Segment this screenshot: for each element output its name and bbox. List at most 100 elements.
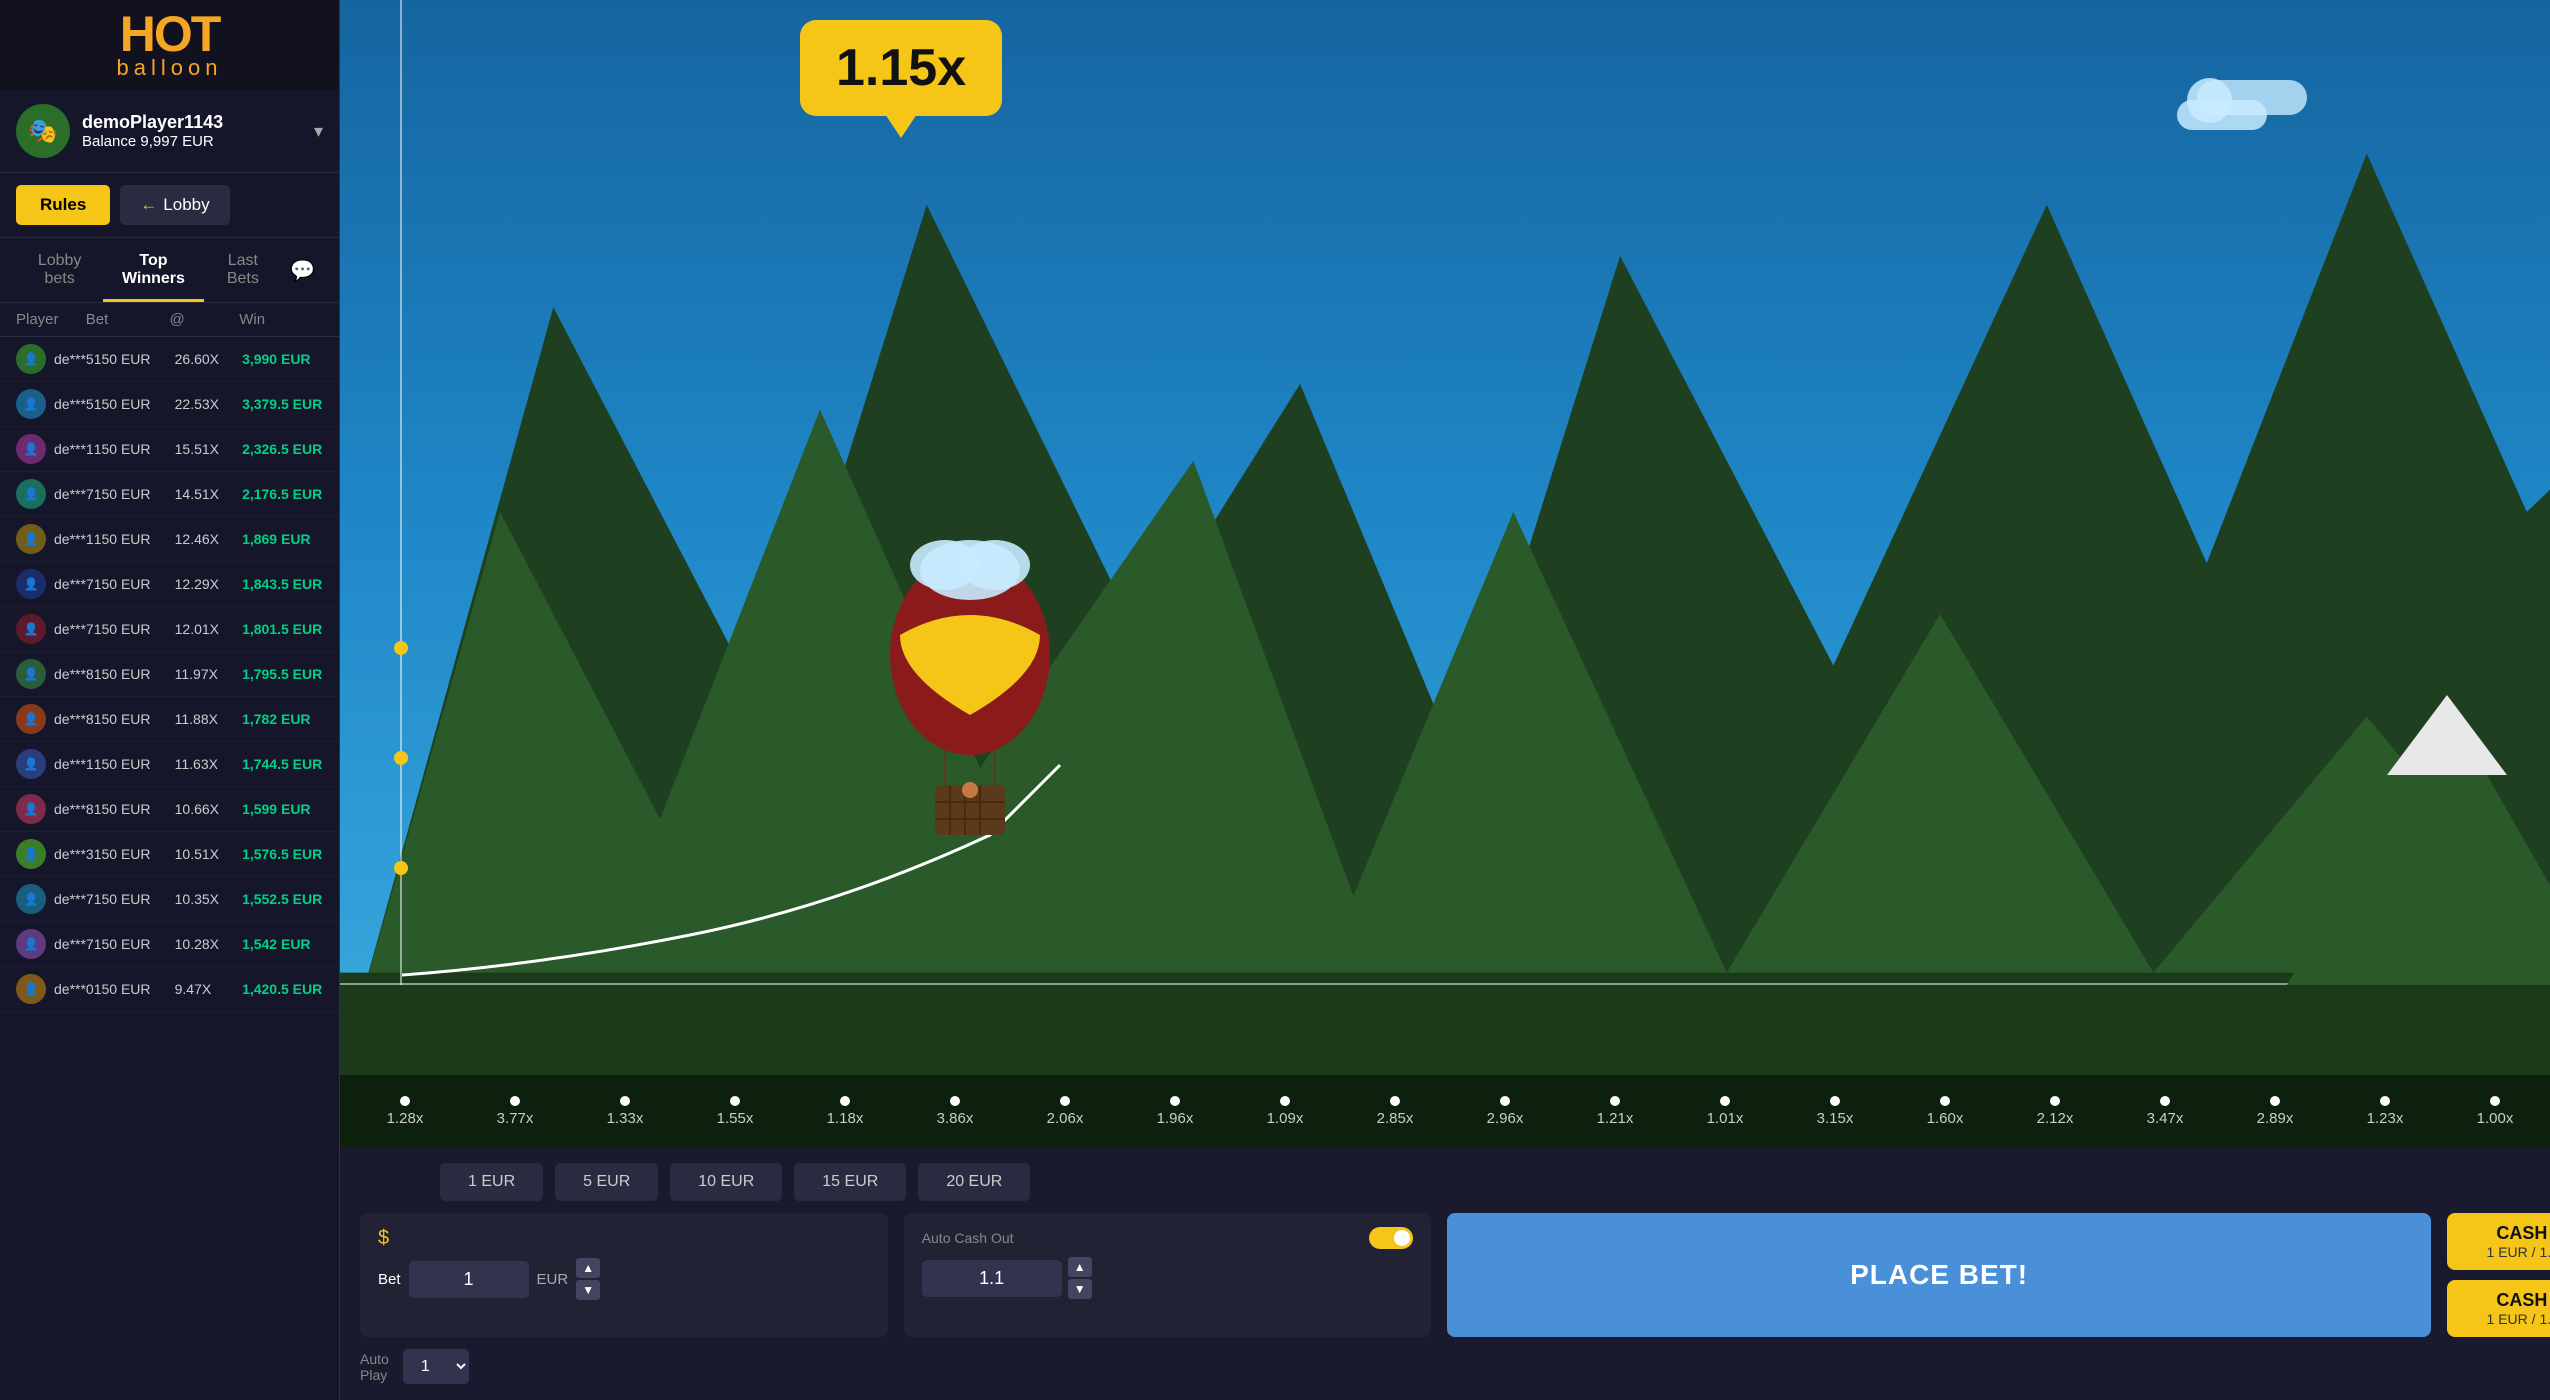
strip-item[interactable]: 1.21x (1560, 1096, 1670, 1127)
mini-avatar: 👤 (16, 929, 46, 959)
player-cell: 👤 de***3 (16, 839, 94, 869)
dropdown-arrow[interactable]: ▾ (314, 121, 323, 142)
cashout-button-2[interactable]: CASH OUT 1 EUR / 1.15 EUR ↺ ⬇ (2447, 1280, 2550, 1337)
bet-amount: 150 EUR (94, 891, 175, 907)
quick-bet-button[interactable]: 1 EUR (440, 1163, 543, 1201)
bet-increment[interactable]: ▲ (576, 1258, 600, 1278)
strip-item[interactable]: 2.06x (1010, 1096, 1120, 1127)
multiplier-cell: 10.51X (175, 846, 242, 862)
strip-item[interactable]: 1.60x (1890, 1096, 2000, 1127)
strip-value: 1.23x (2367, 1110, 2404, 1127)
lobby-button[interactable]: ← Lobby (120, 185, 229, 225)
quick-bet-button[interactable]: 15 EUR (794, 1163, 906, 1201)
strip-item[interactable]: 1.00x (2440, 1096, 2550, 1127)
player-cell: 👤 de***7 (16, 479, 94, 509)
mini-avatar: 👤 (16, 389, 46, 419)
strip-dot (2160, 1096, 2170, 1106)
strip-item[interactable]: 3.86x (900, 1096, 1010, 1127)
strip-dot (2050, 1096, 2060, 1106)
auto-increment[interactable]: ▲ (1068, 1257, 1092, 1277)
tab-top-winners[interactable]: Top Winners (103, 238, 203, 302)
cashout-1-amount: 1 EUR / 1.15 EUR (2463, 1244, 2550, 1260)
win-amount: 1,869 EUR (242, 531, 323, 547)
multiplier-cell: 12.01X (175, 621, 242, 637)
rules-button[interactable]: Rules (16, 185, 110, 225)
auto-cashout-toggle[interactable] (1369, 1227, 1413, 1249)
strip-dot (1390, 1096, 1400, 1106)
player-cell: 👤 de***8 (16, 794, 94, 824)
win-amount: 1,552.5 EUR (242, 891, 323, 907)
strip-dot (2380, 1096, 2390, 1106)
strip-item[interactable]: 2.12x (2000, 1096, 2110, 1127)
table-row: 👤 de***7 150 EUR 12.01X 1,801.5 EUR (0, 607, 339, 652)
strip-item[interactable]: 1.09x (1230, 1096, 1340, 1127)
tab-last-bets[interactable]: Last Bets (204, 238, 283, 302)
strip-dot (620, 1096, 630, 1106)
player-name: de***1 (54, 531, 94, 547)
table-row: 👤 de***7 150 EUR 12.29X 1,843.5 EUR (0, 562, 339, 607)
player-name: de***8 (54, 666, 94, 682)
auto-play-select[interactable]: 1 5 10 20 50 (403, 1349, 469, 1384)
strip-item[interactable]: 1.01x (1670, 1096, 1780, 1127)
player-name: de***7 (54, 621, 94, 637)
strip-item[interactable]: 1.28x (350, 1096, 460, 1127)
auto-decrement[interactable]: ▼ (1068, 1279, 1092, 1299)
balloon-svg (870, 515, 1070, 835)
player-cell: 👤 de***0 (16, 974, 94, 1004)
strip-item[interactable]: 3.15x (1780, 1096, 1890, 1127)
table-row: 👤 de***5 150 EUR 22.53X 3,379.5 EUR (0, 382, 339, 427)
auto-cashout-input[interactable] (922, 1260, 1062, 1297)
multiplier-bubble: 1.15x (800, 20, 1002, 116)
strip-item[interactable]: 1.55x (680, 1096, 790, 1127)
strip-dot (2270, 1096, 2280, 1106)
strip-item[interactable]: 1.33x (570, 1096, 680, 1127)
quick-bet-button[interactable]: 20 EUR (918, 1163, 1030, 1201)
tab-lobby-bets[interactable]: Lobby bets (16, 238, 103, 302)
chat-icon-button[interactable]: 💬 (282, 250, 323, 291)
bet-input[interactable] (409, 1261, 529, 1298)
table-row: 👤 de***7 150 EUR 10.35X 1,552.5 EUR (0, 877, 339, 922)
place-bet-button[interactable]: PLACE BET! (1447, 1213, 2430, 1337)
col-bet: Bet (86, 311, 170, 328)
strip-value: 2.12x (2037, 1110, 2074, 1127)
strip-item[interactable]: 1.23x (2330, 1096, 2440, 1127)
strip-item[interactable]: 1.18x (790, 1096, 900, 1127)
strip-item[interactable]: 3.47x (2110, 1096, 2220, 1127)
bet-amount: 150 EUR (94, 576, 175, 592)
strip-item[interactable]: 2.96x (1450, 1096, 1560, 1127)
strip-dot (1940, 1096, 1950, 1106)
logo-area: HOT balloon (0, 0, 339, 90)
strip-item[interactable]: 2.85x (1340, 1096, 1450, 1127)
player-cell: 👤 de***5 (16, 389, 94, 419)
quick-bet-button[interactable]: 5 EUR (555, 1163, 658, 1201)
main-area: PING: 42ms (340, 0, 2550, 1400)
quick-bet-button[interactable]: 10 EUR (670, 1163, 782, 1201)
strip-dot (1280, 1096, 1290, 1106)
win-amount: 1,801.5 EUR (242, 621, 323, 637)
bet-amount: 150 EUR (94, 756, 175, 772)
win-amount: 1,843.5 EUR (242, 576, 323, 592)
strip-item[interactable]: 1.96x (1120, 1096, 1230, 1127)
cashout-panel: CASH OUT 1 EUR / 1.15 EUR ↺ ⬇ CASH OUT 1… (2447, 1213, 2550, 1337)
bet-amount: 150 EUR (94, 531, 175, 547)
col-player: Player (16, 311, 86, 328)
user-bar: 🎭 demoPlayer1143 Balance 9,997 EUR ▾ (0, 90, 339, 173)
strip-value: 1.00x (2477, 1110, 2514, 1127)
strip-item[interactable]: 3.77x (460, 1096, 570, 1127)
cashout-button-1[interactable]: CASH OUT 1 EUR / 1.15 EUR ↺ ⬇ (2447, 1213, 2550, 1270)
strip-value: 1.28x (387, 1110, 424, 1127)
strip-dot (510, 1096, 520, 1106)
strip-value: 2.96x (1487, 1110, 1524, 1127)
strip-dot (1170, 1096, 1180, 1106)
bet-amount: 150 EUR (94, 936, 175, 952)
bet-panel-label: $ (378, 1227, 870, 1250)
win-amount: 3,379.5 EUR (242, 396, 323, 412)
player-name: de***5 (54, 351, 94, 367)
bet-decrement[interactable]: ▼ (576, 1280, 600, 1300)
strip-value: 3.15x (1817, 1110, 1854, 1127)
cashout-2-amount: 1 EUR / 1.15 EUR (2463, 1311, 2550, 1327)
multiplier-cell: 12.29X (175, 576, 242, 592)
strip-item[interactable]: 2.89x (2220, 1096, 2330, 1127)
multiplier-cell: 15.51X (175, 441, 242, 457)
strip-value: 1.01x (1707, 1110, 1744, 1127)
